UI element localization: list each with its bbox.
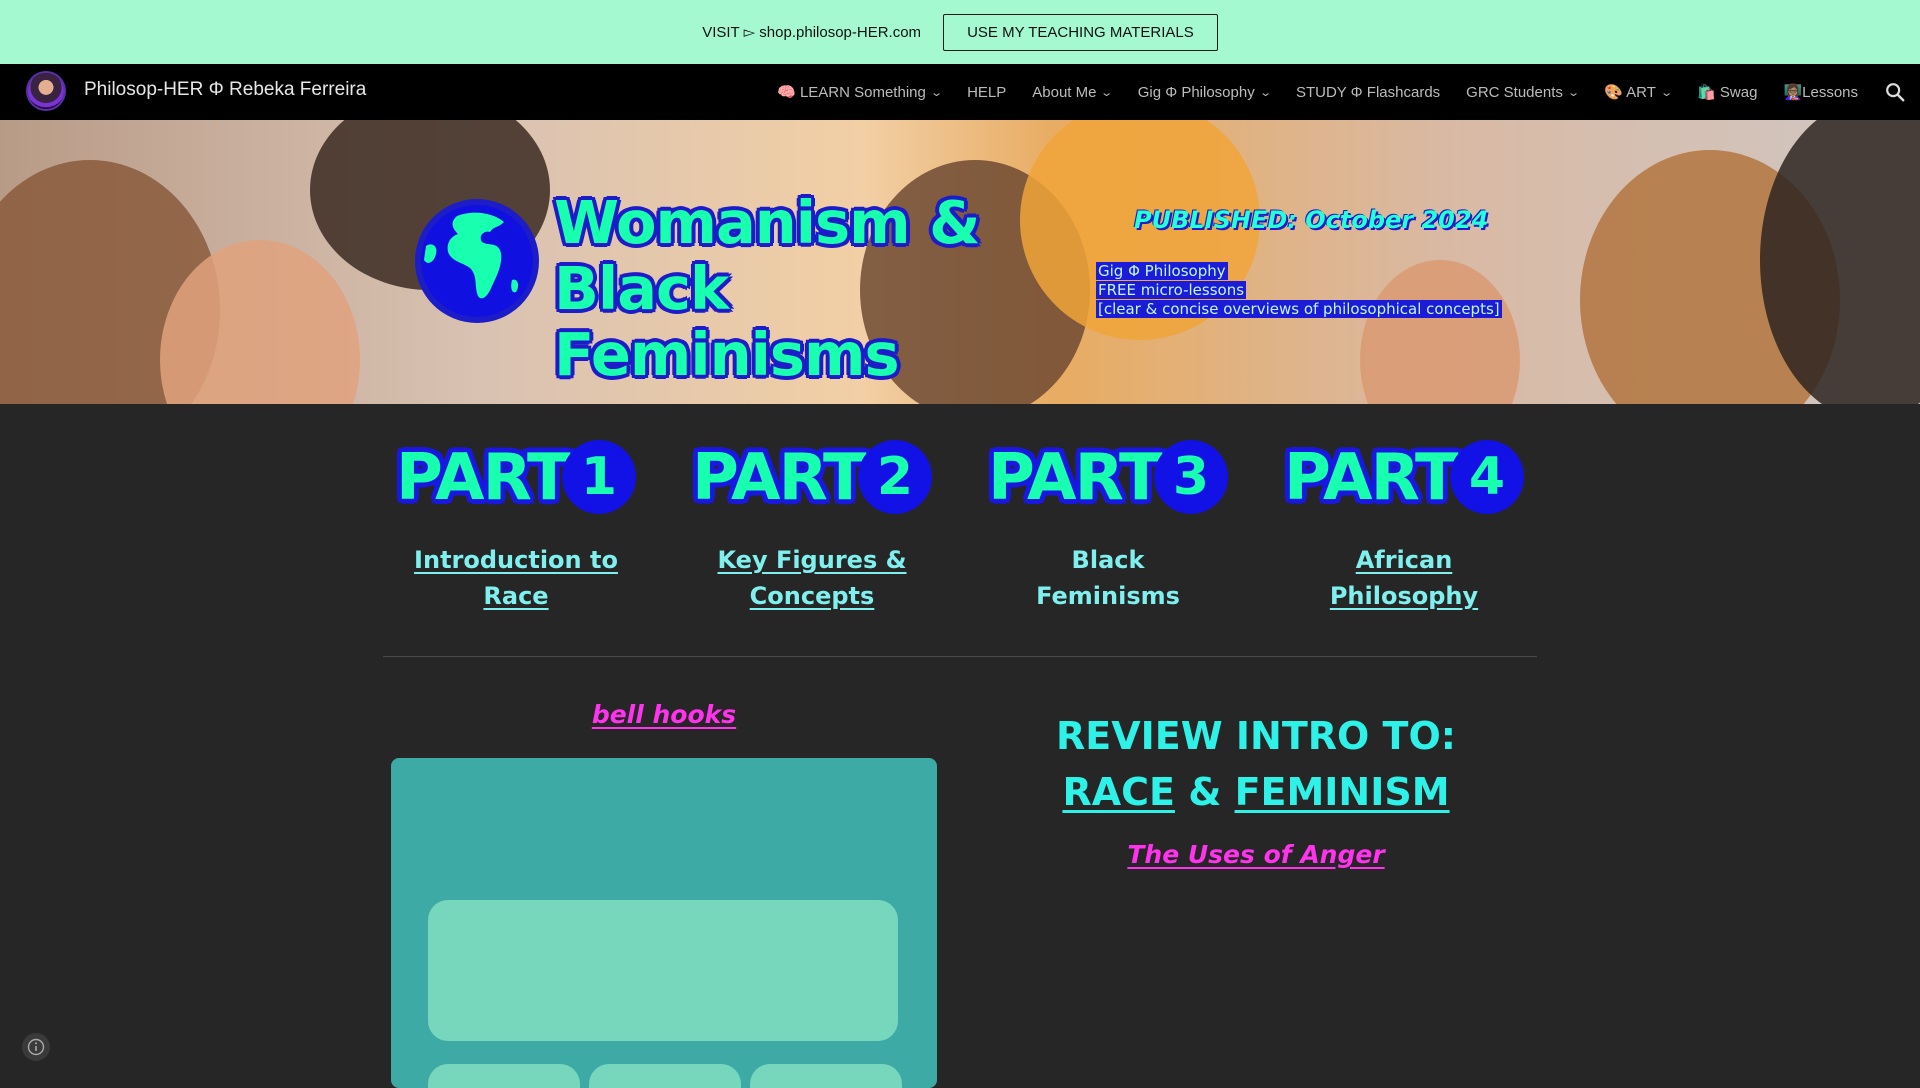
nav-item-label: 👩🏽‍🏫Lessons <box>1783 84 1858 101</box>
info-glyph-icon <box>27 1038 45 1056</box>
teaching-materials-button[interactable]: USE MY TEACHING MATERIALS <box>943 13 1218 51</box>
nav-item-label: 🧠 LEARN Something <box>777 84 926 101</box>
part-number: 3 <box>1154 440 1228 514</box>
feminism-link[interactable]: FEMINISM <box>1235 770 1450 814</box>
hero-title: Womanism & Black Feminisms <box>554 190 1014 388</box>
review-heading: REVIEW INTRO TO: RACE & FEMINISM <box>1040 708 1472 820</box>
globe-icon <box>415 199 539 323</box>
hero-meta-line: FREE micro-lessons <box>1096 281 1247 299</box>
part-link-introduction-to-race[interactable]: Introduction to Race <box>376 542 656 614</box>
embed-placeholder-block <box>428 900 898 1041</box>
nav-item-art[interactable]: 🎨 ART ⌄ <box>1604 83 1673 101</box>
info-icon[interactable] <box>22 1033 50 1061</box>
part-badge: PART 2 <box>672 440 952 516</box>
published-date: PUBLISHED: October 2024 <box>1134 206 1489 234</box>
part-number: 2 <box>858 440 932 514</box>
uses-of-anger-link[interactable]: The Uses of Anger <box>1040 840 1472 869</box>
bell-hooks-link[interactable]: bell hooks <box>391 700 937 729</box>
nav-item-flashcards[interactable]: STUDY Φ Flashcards <box>1296 84 1440 101</box>
ampersand: & <box>1188 770 1222 814</box>
site-title[interactable]: Philosop-HER Φ Rebeka Ferreira <box>84 79 366 101</box>
hero-meta-line: [clear & concise overviews of philosophi… <box>1096 300 1502 318</box>
part-link-african-philosophy[interactable]: African Philosophy <box>1264 542 1544 614</box>
embed-placeholder-tile <box>750 1064 902 1088</box>
nav-item-label: HELP <box>967 83 1007 101</box>
site-nav: Philosop-HER Φ Rebeka Ferreira 🧠 LEARN S… <box>0 64 1920 120</box>
chevron-down-icon: ⌄ <box>1660 86 1673 99</box>
part-badge: PART 1 <box>376 440 656 516</box>
nav-item-label: 🎨 ART <box>1604 84 1656 101</box>
nav-item-learn[interactable]: 🧠 LEARN Something ⌄ <box>777 83 943 101</box>
part-word: PART <box>988 441 1163 515</box>
part-number: 4 <box>1450 440 1524 514</box>
race-link[interactable]: RACE <box>1062 770 1175 814</box>
shop-visit-text: VISIT ▻ shop.philosop-HER.com <box>702 24 922 41</box>
chevron-down-icon: ⌄ <box>930 86 943 99</box>
review-title: REVIEW INTRO TO: <box>1056 714 1456 758</box>
hero-meta: Gig Φ Philosophy FREE micro-lessons [cle… <box>1096 262 1502 319</box>
nav-item-grc-students[interactable]: GRC Students ⌄ <box>1466 83 1580 101</box>
chevron-down-icon: ⌄ <box>1100 86 1114 99</box>
section-divider <box>383 656 1537 657</box>
nav-item-label: STUDY Φ Flashcards <box>1295 83 1441 101</box>
nav-item-about[interactable]: About Me ⌄ <box>1032 83 1114 101</box>
nav-item-label: About Me <box>1032 83 1097 101</box>
nav-item-help[interactable]: HELP <box>967 84 1006 101</box>
part-link-key-figures[interactable]: Key Figures & Concepts <box>672 542 952 614</box>
nav-item-swag[interactable]: 🛍️ Swag <box>1697 83 1757 101</box>
part-word: PART <box>692 441 867 515</box>
search-icon[interactable] <box>1884 81 1906 103</box>
nav-item-label: 🛍️ Swag <box>1697 84 1758 101</box>
part-1: PART 1 Introduction to Race <box>376 440 656 614</box>
hero-meta-line: Gig Φ Philosophy <box>1096 262 1228 280</box>
part-badge: PART 3 <box>968 440 1248 516</box>
site-logo-avatar[interactable] <box>28 73 64 109</box>
announcement-banner: VISIT ▻ shop.philosop-HER.com USE MY TEA… <box>0 0 1920 64</box>
embed-placeholder-tile <box>589 1064 741 1088</box>
hero-title-line: Womanism & <box>554 188 981 257</box>
part-2: PART 2 Key Figures & Concepts <box>672 440 952 614</box>
part-4: PART 4 African Philosophy <box>1264 440 1544 614</box>
part-3: PART 3 Black Feminisms <box>968 440 1248 614</box>
part-word: PART <box>396 441 571 515</box>
part-badge: PART 4 <box>1264 440 1544 516</box>
chevron-down-icon: ⌄ <box>1567 86 1580 99</box>
hero-title-line: Black Feminisms <box>554 254 900 389</box>
nav-menu: 🧠 LEARN Something ⌄ HELP About Me ⌄ Gig Φ … <box>777 64 1858 120</box>
nav-item-gig-philosophy[interactable]: Gig Φ Philosophy ⌄ <box>1137 83 1272 101</box>
part-number: 1 <box>562 440 636 514</box>
nav-item-label: Gig Φ Philosophy <box>1137 83 1255 101</box>
chevron-down-icon: ⌄ <box>1258 86 1272 99</box>
embed-placeholder-tile <box>428 1064 580 1088</box>
hero-illustration-hair <box>1760 120 1920 404</box>
nav-item-lessons[interactable]: 👩🏽‍🏫Lessons <box>1783 83 1858 101</box>
embedded-content-frame[interactable] <box>391 758 937 1088</box>
part-word: PART <box>1284 441 1459 515</box>
nav-item-label: GRC Students <box>1466 83 1563 101</box>
part-label-black-feminisms: Black Feminisms <box>1036 546 1180 610</box>
